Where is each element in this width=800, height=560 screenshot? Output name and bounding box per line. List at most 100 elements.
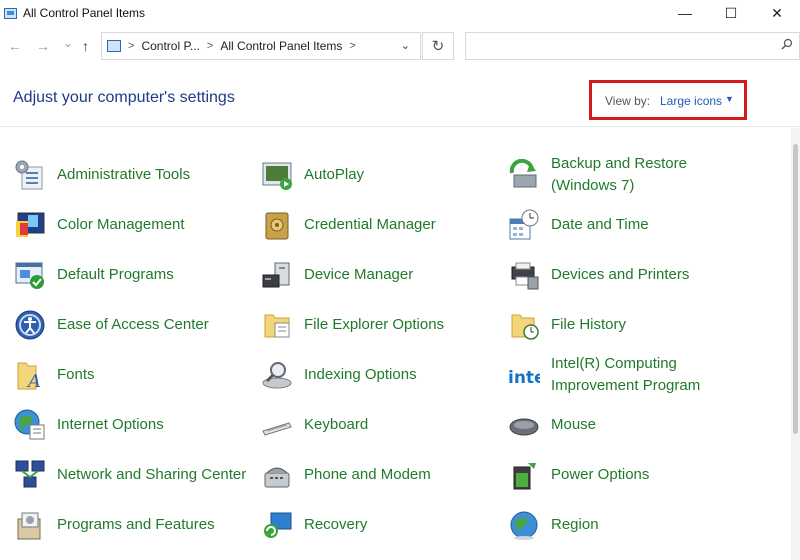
item-label: Devices and Printers xyxy=(551,266,690,283)
item-power-options[interactable]: Power Options xyxy=(508,452,748,498)
item-label: Region xyxy=(551,516,599,533)
item-backup-restore[interactable]: Backup and Restore (Windows 7) xyxy=(508,152,748,198)
backup-restore-icon xyxy=(509,159,537,188)
item-label: Ease of Access Center xyxy=(57,316,209,333)
page-header: Adjust your computer's settings View by:… xyxy=(0,72,800,127)
fonts-icon: A xyxy=(17,362,41,391)
item-intel-program[interactable]: intel Intel(R) Computing Improvement Pro… xyxy=(508,352,748,398)
item-label: Phone and Modem xyxy=(304,466,431,483)
item-phone-modem[interactable]: Phone and Modem xyxy=(261,452,501,498)
item-autoplay[interactable]: AutoPlay xyxy=(261,152,501,198)
view-by-label: View by: xyxy=(605,94,651,108)
svg-text:intel: intel xyxy=(508,368,540,388)
item-label: Recovery xyxy=(304,516,368,533)
item-label: Color Management xyxy=(57,216,185,233)
file-explorer-options-icon xyxy=(264,314,290,338)
item-label: Network and Sharing Center xyxy=(57,466,247,483)
up-arrow-icon[interactable]: ↑ xyxy=(82,38,89,54)
window-controls: — ☐ ✕ xyxy=(662,0,800,26)
view-by-control: View by: Large icons ▼ xyxy=(589,80,747,120)
back-arrow-icon[interactable]: ← xyxy=(8,38,22,54)
credential-manager-icon xyxy=(265,212,289,240)
window-title: All Control Panel Items xyxy=(23,6,146,20)
recovery-icon xyxy=(264,512,292,538)
chevron-right-icon[interactable]: > xyxy=(128,40,134,52)
item-fonts[interactable]: A Fonts xyxy=(14,352,254,398)
item-label: Mouse xyxy=(551,416,597,433)
power-options-icon xyxy=(513,463,536,490)
devices-printers-icon xyxy=(511,262,539,290)
maximize-button[interactable]: ☐ xyxy=(708,0,754,26)
scrollbar-thumb[interactable] xyxy=(793,144,798,434)
phone-modem-icon xyxy=(264,467,290,488)
item-administrative-tools[interactable]: Administrative Tools xyxy=(14,152,254,198)
chevron-down-icon[interactable]: ⌄ xyxy=(401,39,410,52)
item-label: Credential Manager xyxy=(304,216,436,233)
device-manager-icon xyxy=(262,262,290,288)
item-indexing-options[interactable]: Indexing Options xyxy=(261,352,501,398)
mouse-icon xyxy=(509,418,539,436)
date-time-icon xyxy=(509,209,539,240)
item-label: Internet Options xyxy=(57,416,164,433)
item-default-programs[interactable]: Default Programs xyxy=(14,252,254,298)
item-label: Keyboard xyxy=(304,416,369,433)
item-recovery[interactable]: Recovery xyxy=(261,502,501,548)
item-programs-features[interactable]: Programs and Features xyxy=(14,502,254,548)
breadcrumb-all-items[interactable]: All Control Panel Items xyxy=(220,39,342,53)
color-management-icon xyxy=(16,212,45,237)
internet-options-icon xyxy=(14,409,45,440)
svg-text:A: A xyxy=(26,371,41,391)
item-device-manager[interactable]: Device Manager xyxy=(261,252,501,298)
item-date-time[interactable]: Date and Time xyxy=(508,202,748,248)
search-icon xyxy=(781,38,793,50)
forward-arrow-icon[interactable]: → xyxy=(36,38,50,54)
refresh-button[interactable]: ↻ xyxy=(422,32,454,60)
default-programs-icon xyxy=(15,262,44,289)
keyboard-icon xyxy=(262,422,292,436)
item-label: AutoPlay xyxy=(304,166,365,183)
item-label: File Explorer Options xyxy=(304,316,445,333)
item-label: Device Manager xyxy=(304,266,414,283)
breadcrumb-control-panel[interactable]: Control P... xyxy=(141,39,199,53)
address-bar[interactable]: > Control P... > All Control Panel Items… xyxy=(101,32,421,60)
item-label: Intel(R) Computing Improvement Program xyxy=(551,355,701,394)
item-devices-printers[interactable]: Devices and Printers xyxy=(508,252,748,298)
search-input[interactable] xyxy=(465,32,800,60)
recent-locations-icon[interactable]: ⌄ xyxy=(63,36,73,50)
item-file-explorer-options[interactable]: File Explorer Options xyxy=(261,302,501,348)
item-mouse[interactable]: Mouse xyxy=(508,402,748,448)
item-credential-manager[interactable]: Credential Manager xyxy=(261,202,501,248)
item-label: Default Programs xyxy=(57,266,174,283)
item-keyboard[interactable]: Keyboard xyxy=(261,402,501,448)
ease-of-access-icon xyxy=(15,310,45,340)
item-ease-of-access[interactable]: Ease of Access Center xyxy=(14,302,254,348)
chevron-right-icon[interactable]: > xyxy=(207,40,213,52)
caret-down-icon[interactable]: ▼ xyxy=(725,94,734,104)
programs-features-icon xyxy=(17,512,41,540)
region-icon xyxy=(510,511,538,540)
page-title: Adjust your computer's settings xyxy=(13,89,235,106)
intel-icon: intel xyxy=(508,363,540,388)
chevron-right-icon[interactable]: > xyxy=(349,40,355,52)
close-button[interactable]: ✕ xyxy=(754,0,800,26)
item-network-sharing[interactable]: Network and Sharing Center xyxy=(14,452,254,498)
item-label: Backup and Restore (Windows 7) xyxy=(551,155,687,194)
vertical-scrollbar[interactable] xyxy=(791,128,800,560)
item-label: File History xyxy=(551,316,627,333)
item-label: Date and Time xyxy=(551,216,649,233)
item-file-history[interactable]: File History xyxy=(508,302,748,348)
item-label: Power Options xyxy=(551,466,650,483)
control-panel-icon xyxy=(107,40,121,52)
network-sharing-icon xyxy=(15,460,45,488)
item-label: Administrative Tools xyxy=(57,166,191,183)
indexing-options-icon xyxy=(262,362,292,389)
minimize-button[interactable]: — xyxy=(662,0,708,26)
item-label: Programs and Features xyxy=(57,516,215,533)
admin-tools-icon xyxy=(15,160,43,190)
item-internet-options[interactable]: Internet Options xyxy=(14,402,254,448)
title-bar: All Control Panel Items — ☐ ✕ xyxy=(0,0,800,26)
item-region[interactable]: Region xyxy=(508,502,748,548)
item-color-management[interactable]: Color Management xyxy=(14,202,254,248)
control-panel-icon xyxy=(4,7,17,19)
view-by-dropdown[interactable]: Large icons xyxy=(660,94,722,108)
